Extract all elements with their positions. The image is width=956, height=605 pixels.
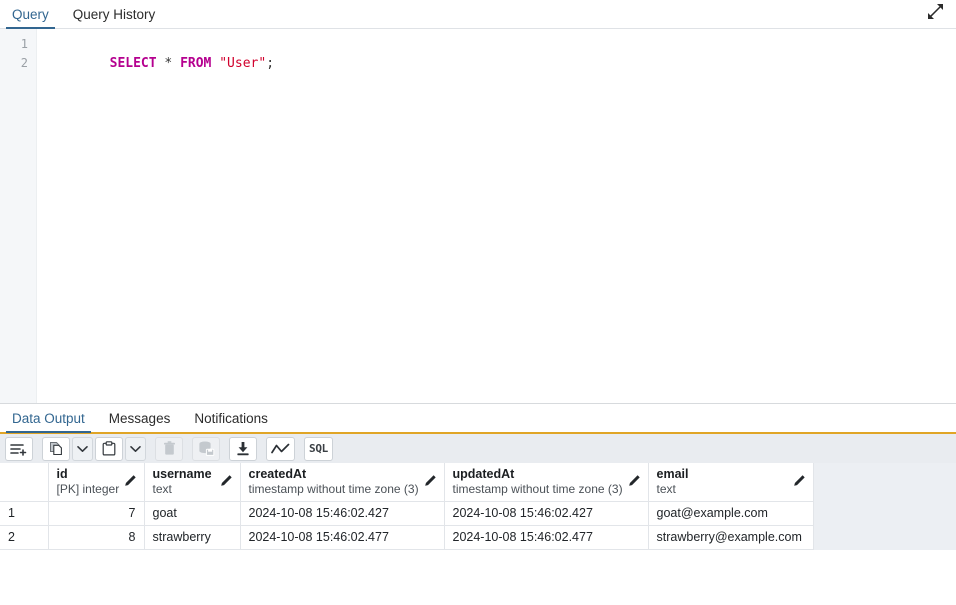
cell-updatedat[interactable]: 2024-10-08 15:46:02.427 [444,501,649,526]
line-number: 1 [20,37,28,51]
table-row[interactable]: 1 7 goat 2024-10-08 15:46:02.427 2024-10… [0,501,814,526]
paste-button[interactable] [95,436,123,461]
copy-options-button[interactable] [72,436,93,461]
tabbar-spacer [167,0,914,28]
tab-query-history-label: Query History [72,6,156,22]
download-csv-button[interactable] [229,436,257,461]
results-table: id [PK] integer username text createdAt … [0,463,814,550]
save-data-changes-button[interactable] [192,436,220,461]
tab-messages[interactable]: Messages [97,404,183,432]
sql-empty-line [47,92,956,111]
column-name: createdAt [248,466,307,481]
sql-text-icon: SQL [309,442,328,455]
data-grid-scroll-area[interactable]: id [PK] integer username text createdAt … [0,463,956,605]
results-panel: Data Output Messages Notifications SQL i… [0,404,956,605]
cell-updatedat[interactable]: 2024-10-08 15:46:02.477 [444,525,649,550]
row-number-cell: 1 [0,501,49,526]
row-number-cell: 2 [0,525,49,550]
tab-data-output[interactable]: Data Output [0,404,97,433]
cell-createdat[interactable]: 2024-10-08 15:46:02.477 [240,525,445,550]
cell-id[interactable]: 8 [48,525,145,550]
column-type: timestamp without time zone (3) [452,481,623,496]
sql-statement-line: SELECT * FROM "User"; [47,35,956,92]
editor-gutter: 1 2 [0,29,37,403]
chevron-down-icon [77,445,88,453]
grid-empty-area [0,549,956,605]
copy-icon [49,441,64,456]
graph-visualiser-button[interactable] [266,436,295,461]
column-type: timestamp without time zone (3) [248,481,419,496]
sql-space [172,56,180,71]
editor-code-area[interactable]: SELECT * FROM "User"; [37,29,956,403]
query-tabbar: Query Query History [0,0,956,29]
delete-row-button[interactable] [155,436,183,461]
paste-options-button[interactable] [125,436,146,461]
sql-keyword-select: SELECT [109,56,157,71]
column-name: email [656,466,689,481]
table-header-row: id [PK] integer username text createdAt … [0,463,814,502]
cell-id[interactable]: 7 [48,501,145,526]
line-number: 2 [20,56,28,70]
column-header-createdat[interactable]: createdAt timestamp without time zone (3… [240,463,445,502]
edit-column-icon[interactable] [124,474,137,490]
column-header-email[interactable]: email text [648,463,814,502]
edit-column-icon[interactable] [793,474,806,490]
copy-button[interactable] [42,436,70,461]
cell-email[interactable]: goat@example.com [648,501,814,526]
sql-identifier-user: "User" [219,56,267,71]
edit-column-icon[interactable] [220,474,233,490]
tab-query[interactable]: Query [0,0,61,29]
graph-line-icon [271,443,290,455]
column-type: text [656,481,676,496]
edit-column-icon[interactable] [628,474,641,490]
cell-username[interactable]: strawberry [144,525,241,550]
trash-icon [163,441,176,456]
cell-username[interactable]: goat [144,501,241,526]
tab-data-output-label: Data Output [12,410,85,426]
sql-keyword-from: FROM [180,56,212,71]
query-sql-button[interactable]: SQL [304,436,333,461]
column-name: updatedAt [452,466,515,481]
tab-query-label: Query [12,6,49,22]
expand-panel-button[interactable] [914,0,956,28]
tab-query-history[interactable]: Query History [61,0,168,28]
results-table-body: 1 7 goat 2024-10-08 15:46:02.427 2024-10… [0,501,814,550]
table-row[interactable]: 2 8 strawberry 2024-10-08 15:46:02.477 2… [0,525,814,550]
save-database-icon [198,441,215,456]
add-row-icon [10,442,28,456]
paste-icon [102,441,116,456]
column-header-updatedat[interactable]: updatedAt timestamp without time zone (3… [444,463,649,502]
column-header-username[interactable]: username text [144,463,241,502]
query-tool-window: Query Query History 1 2 SELECT * FROM "U… [0,0,956,605]
results-table-head: id [PK] integer username text createdAt … [0,463,814,502]
tab-notifications[interactable]: Notifications [182,404,280,432]
expand-arrows-icon [927,3,944,25]
output-tabbar: Data Output Messages Notifications [0,404,956,433]
tab-notifications-label: Notifications [194,410,268,426]
add-row-button[interactable] [5,436,33,461]
cell-createdat[interactable]: 2024-10-08 15:46:02.427 [240,501,445,526]
sql-editor[interactable]: 1 2 SELECT * FROM "User"; [0,29,956,404]
download-icon [236,441,250,456]
data-grid-toolbar: SQL [0,432,956,463]
sql-semicolon: ; [266,56,275,71]
cell-email[interactable]: strawberry@example.com [648,525,814,550]
edit-column-icon[interactable] [424,474,437,490]
chevron-down-icon [130,445,141,453]
column-header-id[interactable]: id [PK] integer [48,463,145,502]
tab-messages-label: Messages [108,410,171,426]
row-number-header [0,463,49,502]
